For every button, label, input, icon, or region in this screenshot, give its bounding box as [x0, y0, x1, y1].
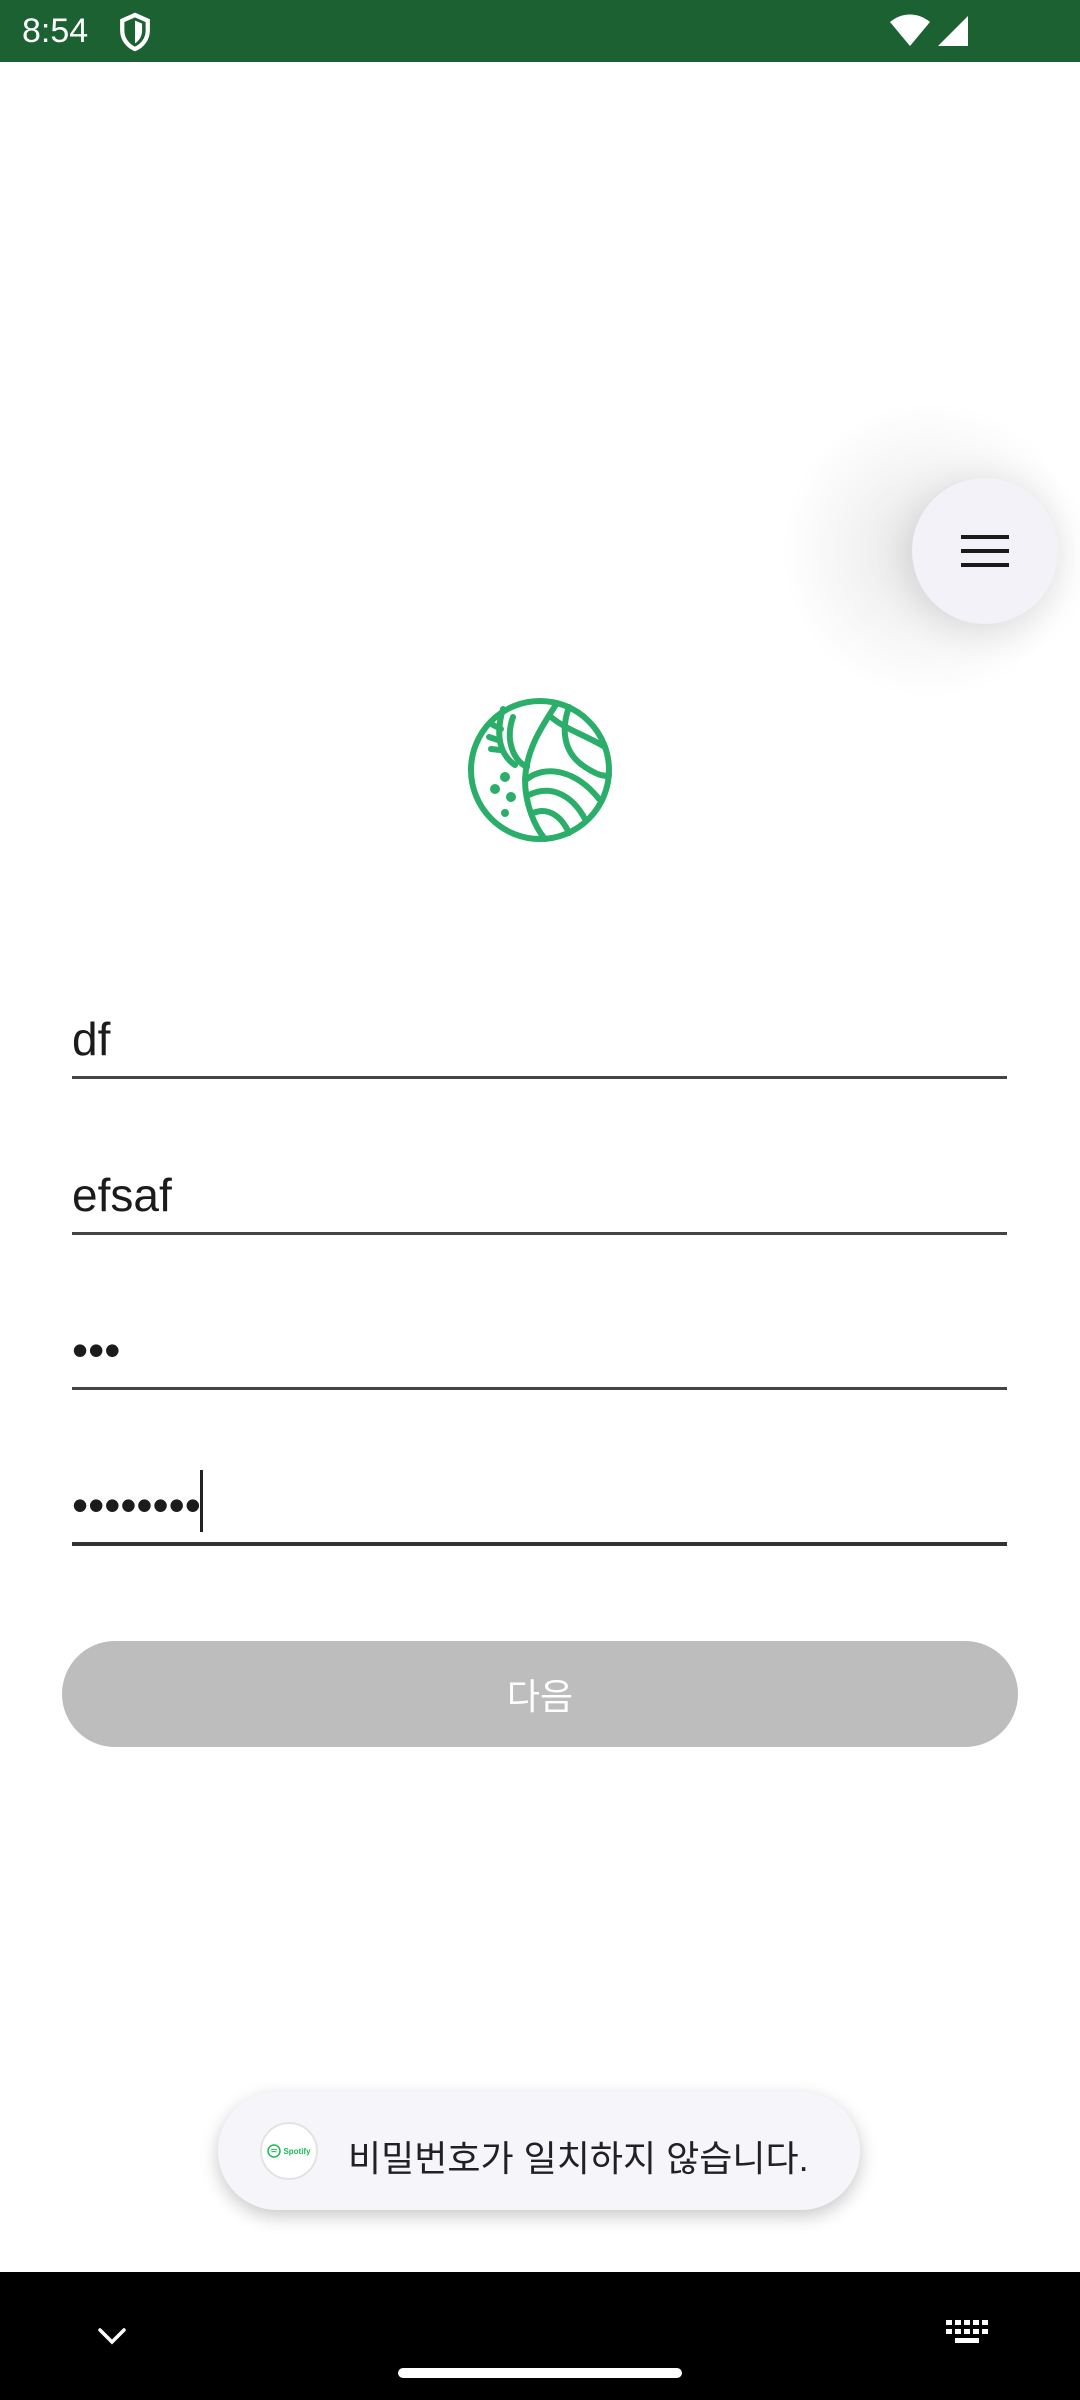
wifi-icon	[890, 14, 930, 46]
yarn-ball-logo-icon	[468, 698, 612, 842]
menu-button[interactable]	[912, 478, 1058, 624]
toast-text: 비밀번호가 일치하지 않습니다.	[348, 2138, 809, 2179]
spotify-icon: Spotify	[260, 2122, 318, 2180]
email-field[interactable]: efsaf	[72, 1155, 1007, 1235]
email-field-value: efsaf	[72, 1169, 172, 1221]
password-field[interactable]: •••	[72, 1310, 1007, 1390]
text-caret	[200, 1470, 203, 1532]
name-field[interactable]: df	[72, 999, 1007, 1079]
status-bar: 8:54	[0, 0, 1080, 62]
keyboard-icon[interactable]	[946, 2320, 990, 2346]
status-time: 8:54	[22, 12, 89, 50]
home-handle[interactable]	[398, 2368, 682, 2378]
signal-icon	[938, 16, 968, 46]
shield-icon	[120, 12, 150, 52]
chevron-down-icon[interactable]	[96, 2324, 128, 2348]
hamburger-menu-icon	[961, 535, 1009, 567]
name-field-value: df	[72, 1013, 111, 1065]
next-button[interactable]: 다음	[62, 1641, 1018, 1747]
confirm-password-field-value: ••••••••	[72, 1479, 201, 1531]
toast-message: Spotify 비밀번호가 일치하지 않습니다.	[218, 2092, 860, 2210]
confirm-password-field[interactable]: ••••••••	[72, 1466, 1007, 1546]
password-field-value: •••	[72, 1324, 121, 1376]
navigation-bar	[0, 2272, 1080, 2400]
spotify-logo-mark	[267, 2144, 282, 2158]
spotify-icon-label: Spotify	[283, 2146, 311, 2156]
